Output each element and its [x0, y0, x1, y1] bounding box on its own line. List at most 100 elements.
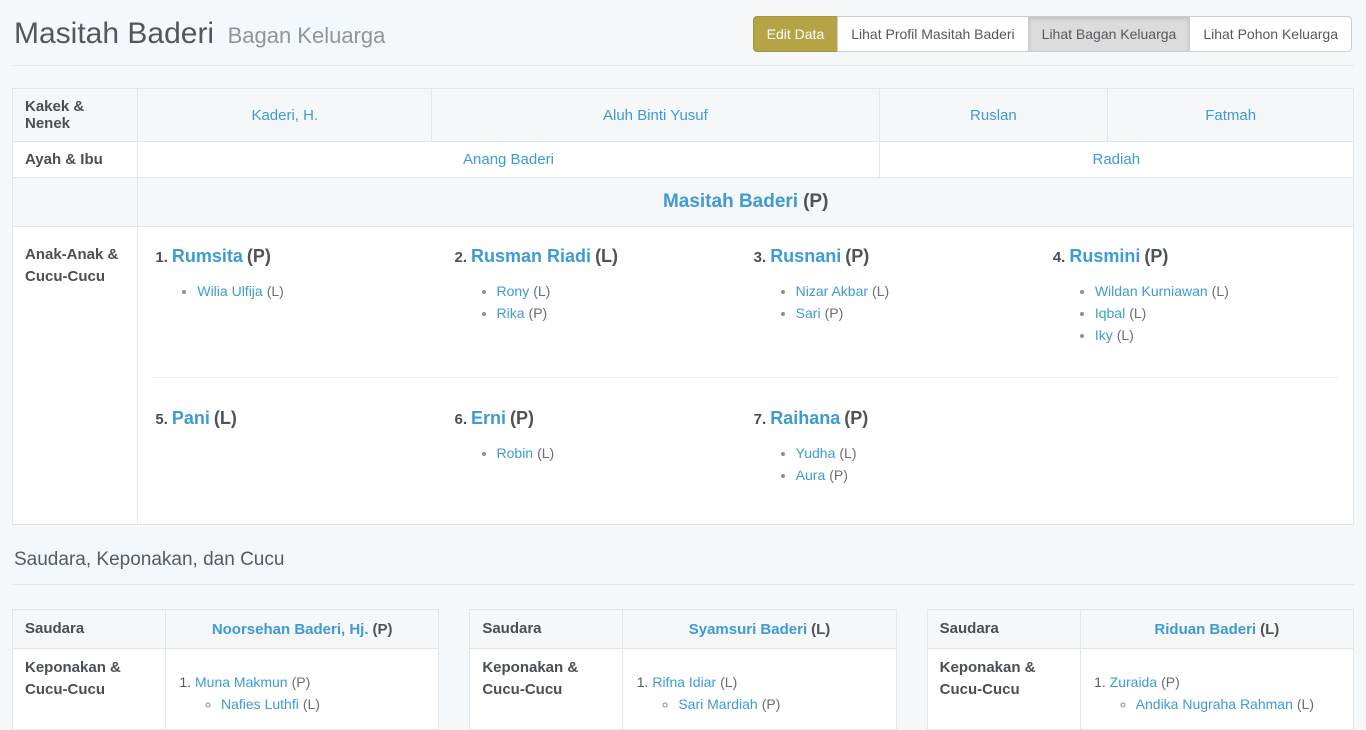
- grandchild-link-wildan-kurniawan[interactable]: Wildan Kurniawan: [1095, 283, 1208, 299]
- nephews-row: Keponakan & Cucu-CucuMuna Makmun(P)Nafie…: [13, 649, 439, 730]
- grandchild-gender: (P): [529, 305, 548, 321]
- child-heading: 6.Erni(P): [453, 406, 740, 432]
- nephew-children-list: Nafies Luthfi(L): [195, 693, 426, 715]
- sibling-name-cell: Syamsuri Baderi(L): [623, 610, 896, 649]
- grandparent-link-kaderi-h[interactable]: Kaderi, H.: [251, 107, 318, 124]
- sibling-name-cell: Riduan Baderi(L): [1080, 610, 1353, 649]
- children-grid-row-2: 5.Pani(L)6.Erni(P)Robin(L)7.Raihana(P)Yu…: [153, 406, 1338, 516]
- nephew-child-link-sari-mardiah[interactable]: Sari Mardiah: [678, 696, 757, 712]
- grandchild-link-rika[interactable]: Rika: [497, 305, 525, 321]
- child-number: 1.: [155, 249, 168, 266]
- person-link[interactable]: Masitah Baderi: [663, 191, 798, 212]
- toolbar-button-lihat-profil-masitah-baderi[interactable]: Lihat Profil Masitah Baderi: [837, 16, 1028, 52]
- nephew-link-muna-makmun[interactable]: Muna Makmun: [195, 674, 288, 690]
- grandparent-link-fatmah[interactable]: Fatmah: [1205, 107, 1256, 124]
- grandchild-link-aura[interactable]: Aura: [796, 467, 826, 483]
- child-link-rumsita[interactable]: Rumsita: [172, 246, 243, 266]
- grandchild-item: Iky(L): [1095, 324, 1338, 346]
- nephews-cell: Rifna Idiar(L) Sari Mardiah (P): [623, 649, 896, 730]
- grandchild-gender: (L): [1117, 327, 1134, 343]
- parents-row: Ayah & Ibu Anang Baderi Radiah: [13, 142, 1354, 178]
- child-entry-rusnani: 3.Rusnani(P)Nizar Akbar(L)Sari(P): [752, 244, 1039, 362]
- nephew-link-rifna-idiar[interactable]: Rifna Idiar: [652, 674, 716, 690]
- parents-row-label: Ayah & Ibu: [13, 142, 138, 178]
- nephews-row-label: Keponakan & Cucu-Cucu: [13, 649, 166, 730]
- nephews-cell: Muna Makmun(P)Nafies Luthfi(L): [166, 649, 439, 730]
- grandchildren-list: Rony(L) Rika(P): [453, 280, 740, 324]
- siblings-section-heading: Saudara, Keponakan, dan Cucu: [12, 525, 1354, 585]
- sibling-table-riduan-baderi: SaudaraRiduan Baderi(L)Keponakan & Cucu-…: [927, 609, 1354, 730]
- toolbar-button-edit-data[interactable]: Edit Data: [753, 16, 839, 52]
- grandchildren-list: Wildan Kurniawan(L)Iqbal(L)Iky(L): [1051, 280, 1338, 346]
- sibling-row-label: Saudara: [927, 610, 1080, 649]
- children-grid-row-1: 1.Rumsita(P)Wilia Ulfija(L)2.Rusman Riad…: [153, 244, 1338, 362]
- toolbar-button-lihat-bagan-keluarga[interactable]: Lihat Bagan Keluarga: [1028, 16, 1191, 52]
- child-heading: 7.Raihana(P): [752, 406, 1039, 432]
- grandchild-link-rony[interactable]: Rony: [497, 283, 530, 299]
- child-link-rusnani[interactable]: Rusnani: [770, 246, 841, 266]
- grandchild-link-sari[interactable]: Sari: [796, 305, 821, 321]
- child-entry-rumsita: 1.Rumsita(P) Wilia Ulfija(L): [153, 244, 440, 362]
- sibling-table-noorsehan-baderi-hj: SaudaraNoorsehan Baderi, Hj.(P)Keponakan…: [12, 609, 439, 730]
- child-number: 3.: [754, 249, 767, 266]
- sibling-link-noorsehan-baderi-hj[interactable]: Noorsehan Baderi, Hj.: [212, 621, 369, 638]
- page-title: Masitah Baderi: [14, 17, 214, 50]
- child-gender: (P): [845, 246, 869, 266]
- grandchild-gender: (P): [825, 305, 844, 321]
- children-row-label: Anak-Anak & Cucu-Cucu: [13, 227, 138, 525]
- grandchildren-list: Wilia Ulfija(L): [153, 280, 440, 302]
- child-link-raihana[interactable]: Raihana: [770, 408, 840, 428]
- child-entry-raihana: 7.Raihana(P)Yudha(L)Aura(P): [752, 406, 1039, 516]
- child-link-pani[interactable]: Pani: [172, 408, 210, 428]
- grandchild-gender: (L): [533, 283, 550, 299]
- nephew-child-item: Sari Mardiah (P): [678, 693, 883, 715]
- nephew-child-item: Nafies Luthfi(L): [221, 693, 426, 715]
- sibling-gender: (L): [1260, 621, 1279, 638]
- grandchild-item: Wilia Ulfija(L): [197, 280, 440, 302]
- parent-cell: Radiah: [879, 142, 1353, 178]
- grandchild-link-nizar-akbar[interactable]: Nizar Akbar: [796, 283, 868, 299]
- child-number: 5.: [155, 411, 168, 428]
- sibling-link-syamsuri-baderi[interactable]: Syamsuri Baderi: [689, 621, 807, 638]
- person-row-label: [13, 178, 138, 227]
- children-cell: 1.Rumsita(P)Wilia Ulfija(L)2.Rusman Riad…: [138, 227, 1354, 525]
- child-link-erni[interactable]: Erni: [471, 408, 506, 428]
- grandchild-link-yudha[interactable]: Yudha: [796, 445, 836, 461]
- parent-link-radiah[interactable]: Radiah: [1093, 151, 1141, 168]
- sibling-row-label: Saudara: [470, 610, 623, 649]
- child-gender: (P): [844, 408, 868, 428]
- grandchild-link-iqbal[interactable]: Iqbal: [1095, 305, 1125, 321]
- grandparent-link-ruslan[interactable]: Ruslan: [970, 107, 1017, 124]
- grandchild-link-wilia-ulfija[interactable]: Wilia Ulfija: [197, 283, 262, 299]
- sibling-name-cell: Noorsehan Baderi, Hj.(P): [166, 610, 439, 649]
- sibling-link-riduan-baderi[interactable]: Riduan Baderi: [1154, 621, 1256, 638]
- nephew-link-zuraida[interactable]: Zuraida: [1110, 674, 1157, 690]
- grandparent-link-aluh-binti-yusuf[interactable]: Aluh Binti Yusuf: [603, 107, 708, 124]
- nephew-child-link-nafies-luthfi[interactable]: Nafies Luthfi: [221, 696, 299, 712]
- nephew-child-link-andika-nugraha-rahman[interactable]: Andika Nugraha Rahman: [1136, 696, 1293, 712]
- child-number: 2.: [455, 249, 468, 266]
- sibling-tables-grid: SaudaraNoorsehan Baderi, Hj.(P)Keponakan…: [12, 609, 1354, 730]
- child-heading: 3.Rusnani(P): [752, 244, 1039, 270]
- nephew-children-list: Sari Mardiah (P): [652, 693, 883, 715]
- grandparent-cell: Fatmah: [1108, 89, 1354, 142]
- grandchild-gender: (L): [1212, 283, 1229, 299]
- toolbar-button-lihat-pohon-keluarga[interactable]: Lihat Pohon Keluarga: [1189, 16, 1352, 52]
- page-header: Masitah Baderi Bagan Keluarga Edit DataL…: [12, 0, 1354, 66]
- grandchild-link-iky[interactable]: Iky: [1095, 327, 1113, 343]
- grandchild-gender: (P): [829, 467, 848, 483]
- nephew-children-list: Andika Nugraha Rahman(L): [1110, 693, 1341, 715]
- grandchild-link-robin[interactable]: Robin: [497, 445, 534, 461]
- nephew-gender: (L): [720, 674, 737, 690]
- nephew-child-gender: (P): [762, 696, 781, 712]
- child-number: 7.: [754, 411, 767, 428]
- nephew-child-gender: (L): [1297, 696, 1314, 712]
- child-link-rusmini[interactable]: Rusmini: [1069, 246, 1140, 266]
- sibling-table-syamsuri-baderi: SaudaraSyamsuri Baderi(L)Keponakan & Cuc…: [469, 609, 896, 730]
- child-gender: (P): [247, 246, 271, 266]
- parent-link-anang-baderi[interactable]: Anang Baderi: [463, 151, 554, 168]
- child-entry-rusmini: 4.Rusmini(P)Wildan Kurniawan(L)Iqbal(L)I…: [1051, 244, 1338, 362]
- child-link-rusman-riadi[interactable]: Rusman Riadi: [471, 246, 591, 266]
- grandparent-cell: Kaderi, H.: [138, 89, 432, 142]
- grandchild-item: Robin(L): [497, 442, 740, 464]
